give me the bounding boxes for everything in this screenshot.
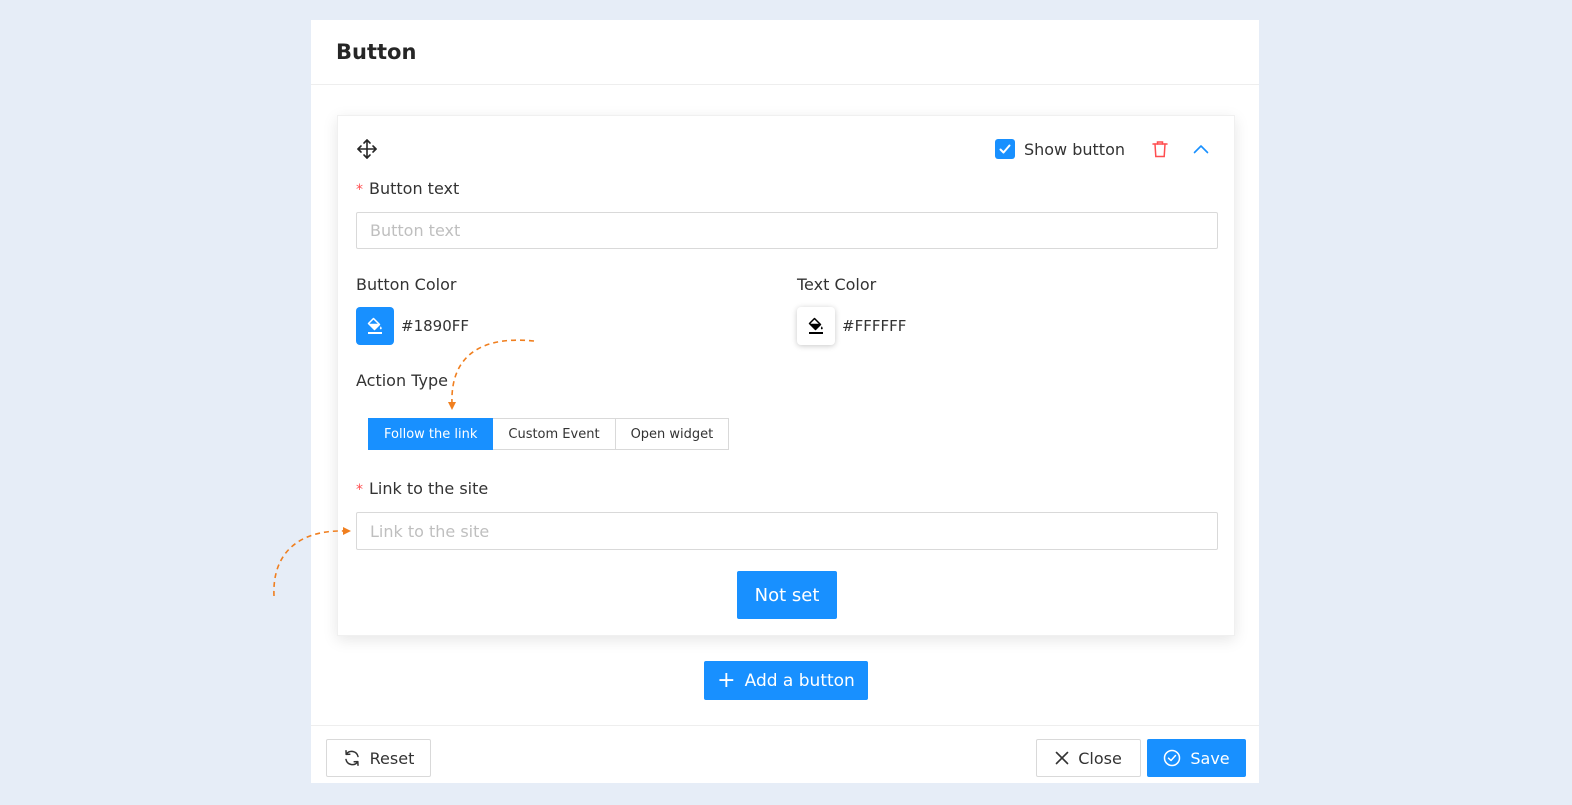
card-controls: Show button xyxy=(994,137,1212,161)
close-icon xyxy=(1055,751,1069,765)
action-open-widget[interactable]: Open widget xyxy=(615,418,730,450)
required-mark: * xyxy=(356,482,363,498)
refresh-icon xyxy=(344,750,359,766)
chevron-up-icon[interactable] xyxy=(1190,138,1212,160)
show-button-checkbox[interactable]: Show button xyxy=(994,139,1125,159)
button-color-picker: #1890FF xyxy=(356,307,469,345)
link-input[interactable] xyxy=(356,512,1218,550)
plus-icon: + xyxy=(717,667,736,693)
text-color-hex: #FFFFFF xyxy=(842,317,907,335)
reset-label: Reset xyxy=(369,748,415,768)
button-card: Show button *Button text Button Color xyxy=(337,115,1235,636)
action-type-selector: Follow the link Custom Event Open widget xyxy=(368,418,730,450)
add-button-label: Add a button xyxy=(744,670,855,691)
panel-footer: Reset Close Save xyxy=(311,725,1259,783)
show-button-label: Show button xyxy=(1023,139,1125,159)
action-follow-link[interactable]: Follow the link xyxy=(368,418,494,450)
paint-bucket-icon[interactable] xyxy=(356,307,394,345)
button-text-label: * Button text xyxy=(356,179,460,198)
save-button[interactable]: Save xyxy=(1147,739,1246,777)
button-settings-panel: Button Show button * Button text Button … xyxy=(311,20,1259,783)
close-label: Close xyxy=(1078,748,1122,768)
required-mark: * xyxy=(356,182,363,198)
check-circle-icon xyxy=(1164,749,1181,767)
page-title: Button xyxy=(336,40,417,64)
reset-button[interactable]: Reset xyxy=(326,739,431,777)
add-button[interactable]: + Add a button xyxy=(704,661,868,700)
paint-bucket-icon[interactable] xyxy=(797,307,835,345)
panel-header: Button xyxy=(311,20,1259,85)
preview-button[interactable]: Not set xyxy=(737,571,837,619)
button-color-hex: #1890FF xyxy=(401,317,469,335)
trash-icon[interactable] xyxy=(1149,138,1171,160)
move-icon[interactable] xyxy=(356,138,378,160)
button-text-input[interactable] xyxy=(356,212,1218,249)
text-color-picker: #FFFFFF xyxy=(797,307,906,345)
save-label: Save xyxy=(1190,748,1230,768)
page-stage: Button Show button * Button text Button … xyxy=(0,0,1572,805)
button-color-label: Button Color xyxy=(356,275,457,294)
text-color-label: Text Color xyxy=(797,275,877,294)
link-label: * Link to the site xyxy=(356,479,489,498)
action-type-label: Action Type xyxy=(356,371,448,390)
checkbox-checked-icon xyxy=(994,139,1015,159)
action-custom-event[interactable]: Custom Event xyxy=(493,418,616,450)
close-button[interactable]: Close xyxy=(1036,739,1141,777)
